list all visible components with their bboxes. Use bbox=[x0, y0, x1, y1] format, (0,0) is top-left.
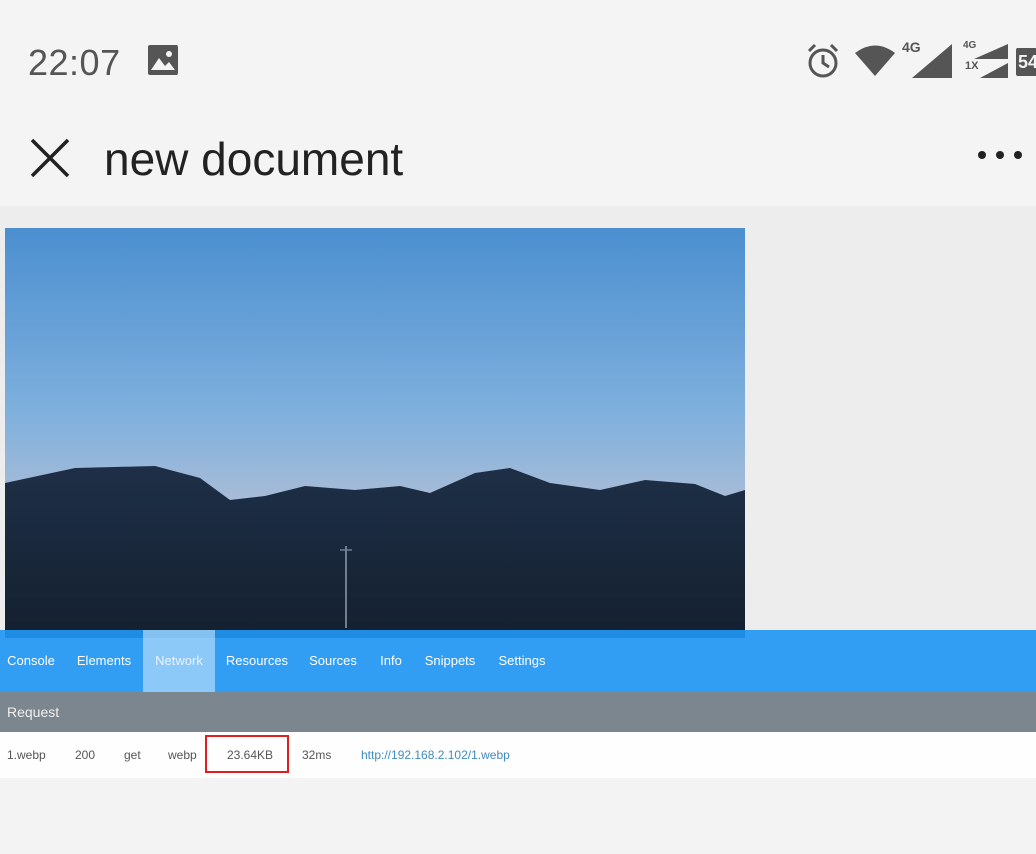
request-method: get bbox=[124, 748, 141, 762]
tab-console[interactable]: Console bbox=[0, 630, 62, 692]
document-content: Console Elements Network Resources Sourc… bbox=[0, 206, 1036, 854]
tab-network[interactable]: Network bbox=[143, 630, 215, 692]
signal-4g-icon bbox=[912, 44, 952, 78]
size-highlight-box bbox=[205, 735, 289, 773]
wifi-icon bbox=[855, 45, 895, 76]
tab-resources[interactable]: Resources bbox=[220, 630, 294, 692]
request-url[interactable]: http://192.168.2.102/1.webp bbox=[361, 732, 510, 778]
status-time: 22:07 bbox=[28, 42, 121, 83]
status-bar: 22:07 4G 4G 1X 54 bbox=[0, 0, 1036, 118]
devtools-panel: Console Elements Network Resources Sourc… bbox=[0, 630, 1036, 854]
landscape-image bbox=[5, 228, 745, 638]
gallery-icon bbox=[148, 45, 178, 75]
app-bar: new document bbox=[0, 118, 1036, 206]
request-status: 200 bbox=[75, 748, 96, 762]
request-name: 1.webp bbox=[7, 748, 46, 762]
tab-settings[interactable]: Settings bbox=[490, 630, 554, 692]
tab-snippets[interactable]: Snippets bbox=[418, 630, 482, 692]
tab-sources[interactable]: Sources bbox=[302, 630, 364, 692]
more-icon[interactable] bbox=[972, 140, 1032, 170]
devtools-tab-bar: Console Elements Network Resources Sourc… bbox=[0, 630, 1036, 692]
table-row[interactable]: 1.webp 200 get webp 23.64KB 32ms http://… bbox=[0, 732, 1036, 778]
close-icon[interactable] bbox=[26, 134, 74, 182]
tab-info[interactable]: Info bbox=[372, 630, 410, 692]
faded-overlay bbox=[0, 778, 1036, 854]
tab-elements[interactable]: Elements bbox=[70, 630, 138, 692]
signal-4g-1x-icon bbox=[974, 44, 1008, 78]
alarm-icon bbox=[807, 43, 839, 78]
battery-icon: 54 bbox=[1016, 48, 1036, 76]
request-type: webp bbox=[168, 748, 197, 762]
page-title: new document bbox=[104, 133, 404, 185]
request-time: 32ms bbox=[302, 748, 332, 762]
battery-text: 54 bbox=[1018, 52, 1036, 72]
request-header: Request bbox=[0, 692, 1036, 732]
